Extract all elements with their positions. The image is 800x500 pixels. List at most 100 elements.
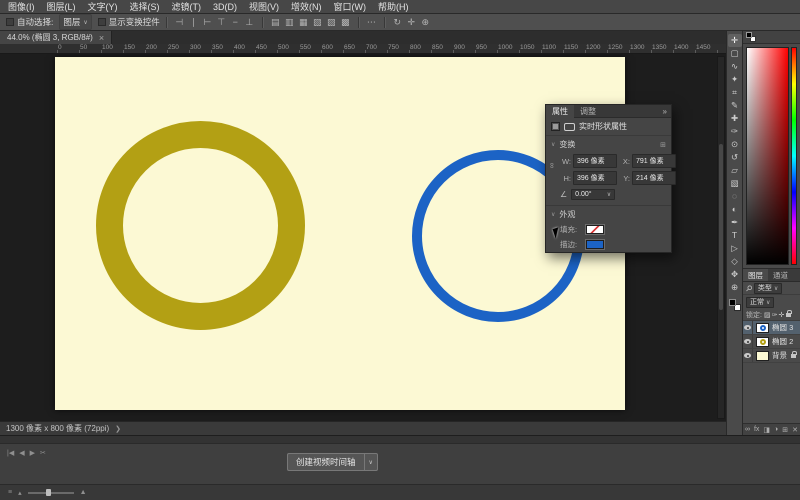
align-horizontal-centers-icon[interactable]: ∣	[187, 16, 200, 29]
play-icon[interactable]: ▶	[30, 449, 35, 457]
zoom-tool[interactable]: ⊕	[728, 281, 742, 294]
foreground-background-swatches[interactable]	[729, 299, 741, 311]
appearance-section-header[interactable]: ∨ 外观	[546, 205, 671, 222]
show-transform-checkbox[interactable]: 显示变换控件	[98, 16, 160, 28]
go-to-first-frame-icon[interactable]: |◀	[7, 449, 14, 457]
checkbox-icon[interactable]	[98, 18, 106, 26]
move-tool[interactable]: ✛	[728, 34, 742, 47]
transform-section-header[interactable]: ∨ 变换 ⊞	[546, 136, 671, 152]
rotation-angle-field[interactable]: 0.00° ∨	[571, 189, 615, 200]
gradient-tool[interactable]: ▧	[728, 177, 742, 190]
checkbox-icon[interactable]	[6, 18, 14, 26]
distribute-top-edges-icon[interactable]: ▤	[269, 16, 282, 29]
timeline-zoom-in-icon[interactable]: ▲	[80, 489, 87, 496]
link-layers-icon[interactable]: ∞	[745, 426, 750, 433]
lasso-tool[interactable]: ∿	[728, 60, 742, 73]
menu-item-window[interactable]: 窗口(W)	[328, 0, 373, 13]
menu-item-select[interactable]: 选择(S)	[124, 0, 166, 13]
eraser-tool[interactable]: ▱	[728, 164, 742, 177]
visibility-toggle[interactable]	[743, 321, 753, 334]
horizontal-ruler[interactable]: 0501001502002503003504004505005506006507…	[0, 44, 726, 54]
transform-options-icon[interactable]: ⊞	[660, 141, 666, 149]
timeline-zoom-slider[interactable]	[28, 492, 74, 494]
layer-row-3[interactable]: 背景	[743, 349, 800, 363]
x-field[interactable]: 791 像素	[632, 154, 676, 168]
3d-pan-mode-icon[interactable]: ✛	[405, 16, 418, 29]
properties-tab-adjustments[interactable]: 调整	[574, 105, 602, 118]
type-tool[interactable]: T	[728, 229, 742, 242]
healing-brush-tool[interactable]: ✚	[728, 112, 742, 125]
distribute-bottom-edges-icon[interactable]: ▦	[297, 16, 310, 29]
color-picker-gradient[interactable]	[746, 47, 789, 265]
foreground-color-swatch[interactable]	[729, 299, 736, 306]
lock-transparent-pixels-icon[interactable]: ▨	[764, 311, 771, 319]
path-selection-tool[interactable]: ▷	[728, 242, 742, 255]
menu-item-type[interactable]: 文字(Y)	[82, 0, 124, 13]
align-bottom-edges-icon[interactable]: ⊥	[243, 16, 256, 29]
menu-item-3d[interactable]: 3D(D)	[207, 2, 243, 12]
distribute-horizontal-centers-icon[interactable]: ▨	[325, 16, 338, 29]
lock-image-pixels-icon[interactable]: ✑	[772, 311, 778, 319]
document-canvas[interactable]	[55, 57, 625, 410]
split-clip-icon[interactable]: ✂	[40, 449, 46, 457]
blur-tool[interactable]: ◌	[728, 190, 742, 203]
fill-color-swatch[interactable]	[586, 225, 604, 234]
menu-item-plugins[interactable]: 增效(N)	[285, 0, 328, 13]
menu-item-filter[interactable]: 滤镜(T)	[166, 0, 208, 13]
lock-position-icon[interactable]: ✛	[778, 311, 784, 319]
align-vertical-centers-icon[interactable]: −	[229, 16, 242, 29]
foreground-color-swatch[interactable]	[746, 32, 752, 38]
adjustment-layer-icon[interactable]: ◑	[774, 426, 778, 433]
3d-scale-mode-icon[interactable]: ⊕	[419, 16, 432, 29]
brush-tool[interactable]: ✑	[728, 125, 742, 138]
layer-row-2[interactable]: 椭圆 2	[743, 335, 800, 349]
properties-tab-properties[interactable]: 属性	[546, 105, 574, 118]
delete-layer-icon[interactable]: ✕	[792, 426, 798, 434]
align-right-edges-icon[interactable]: ⊢	[201, 16, 214, 29]
auto-select-target-dropdown[interactable]: 图层 ∨	[59, 14, 91, 30]
close-tab-icon[interactable]: ×	[99, 33, 104, 43]
menu-item-help[interactable]: 帮助(H)	[372, 0, 415, 13]
clone-stamp-tool[interactable]: ⊙	[728, 138, 742, 151]
timeline-zoom-out-icon[interactable]: ▴	[18, 489, 22, 497]
ellipse-shape-olive[interactable]	[96, 121, 305, 330]
auto-select-checkbox[interactable]: 自动选择:	[6, 16, 53, 28]
filter-type-dropdown[interactable]: 类型 ∨	[754, 283, 782, 294]
visibility-toggle[interactable]	[743, 335, 753, 348]
layer-mask-icon[interactable]: ◨	[763, 426, 770, 434]
y-field[interactable]: 214 像素	[632, 171, 676, 185]
height-field[interactable]: 396 像素	[573, 171, 617, 185]
more-align-options-icon[interactable]: ⋯	[365, 16, 378, 29]
stroke-color-swatch[interactable]	[586, 240, 604, 249]
distribute-vertical-centers-icon[interactable]: ▥	[283, 16, 296, 29]
menu-item-layer[interactable]: 图层(L)	[41, 0, 82, 13]
panel-color-swatches[interactable]	[746, 32, 756, 42]
previous-frame-icon[interactable]: ◀	[19, 449, 24, 457]
document-tab[interactable]: 44.0% (椭圆 3, RGB/8#) ×	[0, 31, 112, 44]
dodge-tool[interactable]: ◐	[728, 203, 742, 216]
3d-rotate-mode-icon[interactable]: ↻	[391, 16, 404, 29]
timeline-type-dropdown[interactable]: ∨	[364, 453, 378, 471]
distribute-left-edges-icon[interactable]: ▧	[311, 16, 324, 29]
layer-style-icon[interactable]: fx	[754, 426, 759, 433]
blend-mode-dropdown[interactable]: 正常 ∨	[746, 297, 774, 308]
hue-slider[interactable]	[791, 47, 797, 265]
panel-tab-channels[interactable]: 通道	[768, 269, 793, 281]
link-dimensions-icon[interactable]: ∞	[547, 163, 556, 169]
align-left-edges-icon[interactable]: ⊣	[173, 16, 186, 29]
hand-tool[interactable]: ✥	[728, 268, 742, 281]
marquee-tool[interactable]: ▢	[728, 47, 742, 60]
panel-tab-layers[interactable]: 图层	[743, 269, 768, 281]
scrollbar-thumb[interactable]	[719, 144, 723, 310]
zoom-slider-thumb[interactable]	[46, 489, 51, 496]
shape-tool[interactable]: ◇	[728, 255, 742, 268]
visibility-toggle[interactable]	[743, 349, 753, 362]
history-brush-tool[interactable]: ↺	[728, 151, 742, 164]
width-field[interactable]: 396 像素	[573, 154, 617, 168]
distribute-right-edges-icon[interactable]: ▩	[339, 16, 352, 29]
align-top-edges-icon[interactable]: ⊤	[215, 16, 228, 29]
canvas-area[interactable]: 属性调整» 实时形状属性 ∨ 变换 ⊞ ∞ W:	[0, 54, 726, 421]
menu-item-image[interactable]: 图像(I)	[2, 0, 41, 13]
menu-item-view[interactable]: 视图(V)	[243, 0, 285, 13]
timeline-menu-icon[interactable]: ≡	[8, 489, 12, 496]
